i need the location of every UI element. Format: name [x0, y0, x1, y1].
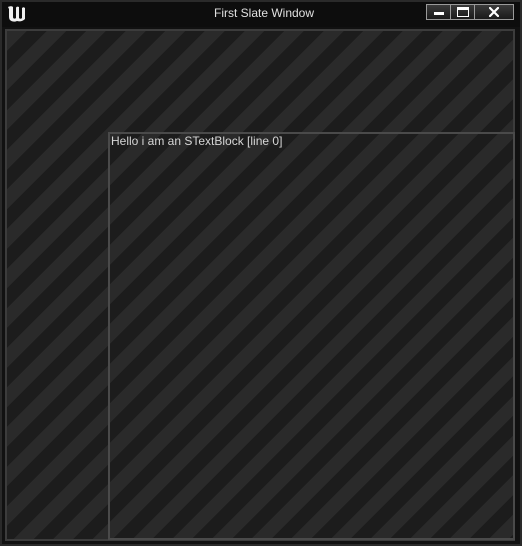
minimize-button[interactable] [426, 4, 451, 20]
slate-window: First Slate Window Hello i am an STextBl… [0, 0, 522, 546]
window-content-area: Hello i am an STextBlock [line 0] [5, 29, 515, 541]
close-button[interactable] [474, 4, 514, 20]
text-block-container: Hello i am an STextBlock [line 0] [108, 132, 515, 540]
title-bar[interactable]: First Slate Window [0, 0, 522, 27]
maximize-button[interactable] [450, 4, 475, 20]
text-block: Hello i am an STextBlock [line 0] [111, 134, 283, 148]
window-controls [426, 4, 514, 20]
